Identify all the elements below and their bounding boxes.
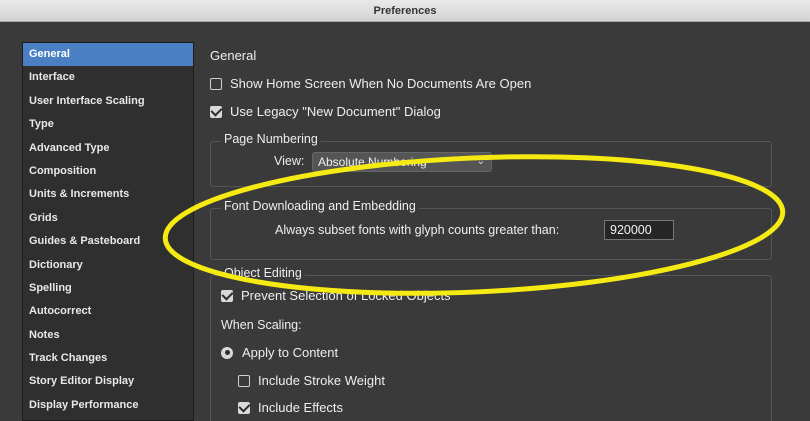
show-home-screen-label: Show Home Screen When No Documents Are O… <box>230 76 532 91</box>
prevent-locked-checkbox[interactable] <box>221 289 233 302</box>
sidebar-item-type[interactable]: Type <box>23 113 193 136</box>
object-editing-legend: Object Editing <box>221 266 305 280</box>
general-panel: General Show Home Screen When No Documen… <box>194 22 810 421</box>
font-downloading-legend: Font Downloading and Embedding <box>221 199 419 213</box>
sidebar-item-units-increments[interactable]: Units & Increments <box>23 183 193 206</box>
window-title: Preferences <box>0 0 810 22</box>
show-home-screen-option[interactable]: Show Home Screen When No Documents Are O… <box>210 76 531 91</box>
legacy-new-document-checkbox[interactable] <box>210 105 222 118</box>
sidebar-item-spelling[interactable]: Spelling <box>23 277 193 300</box>
chevron-down-icon: ⌄ <box>476 156 485 167</box>
include-stroke-option[interactable]: Include Stroke Weight <box>238 373 385 388</box>
apply-to-content-label: Apply to Content <box>242 345 339 360</box>
view-dropdown[interactable]: Absolute Numbering ⌄ <box>312 152 492 172</box>
include-effects-label: Include Effects <box>258 400 344 415</box>
prevent-locked-option[interactable]: Prevent Selection of Locked Objects <box>221 288 451 303</box>
sidebar-item-advanced-type[interactable]: Advanced Type <box>23 137 193 160</box>
sidebar-item-dictionary[interactable]: Dictionary <box>23 254 193 277</box>
glyph-count-input[interactable]: 920000 <box>604 220 674 240</box>
sidebar-item-interface[interactable]: Interface <box>23 66 193 89</box>
preferences-sidebar: General Interface User Interface Scaling… <box>22 42 194 421</box>
subset-fonts-label: Always subset fonts with glyph counts gr… <box>275 223 560 237</box>
sidebar-item-user-interface-scaling[interactable]: User Interface Scaling <box>23 90 193 113</box>
legacy-new-document-label: Use Legacy "New Document" Dialog <box>230 104 441 119</box>
sidebar-item-general[interactable]: General <box>23 43 193 67</box>
sidebar-item-autocorrect[interactable]: Autocorrect <box>23 300 193 323</box>
view-dropdown-value: Absolute Numbering <box>318 155 427 169</box>
view-label: View: <box>274 154 305 168</box>
page-numbering-legend: Page Numbering <box>221 132 321 146</box>
sidebar-item-grids[interactable]: Grids <box>23 207 193 230</box>
sidebar-item-composition[interactable]: Composition <box>23 160 193 183</box>
apply-to-content-radio[interactable] <box>221 346 233 359</box>
include-effects-option[interactable]: Include Effects <box>238 400 343 415</box>
apply-to-content-option[interactable]: Apply to Content <box>221 345 338 360</box>
show-home-screen-checkbox[interactable] <box>210 77 222 90</box>
sidebar-item-display-performance[interactable]: Display Performance <box>23 394 193 417</box>
include-stroke-checkbox[interactable] <box>238 374 250 387</box>
sidebar-item-guides-pasteboard[interactable]: Guides & Pasteboard <box>23 230 193 253</box>
prevent-locked-label: Prevent Selection of Locked Objects <box>241 288 451 303</box>
sidebar-item-story-editor-display[interactable]: Story Editor Display <box>23 370 193 393</box>
include-stroke-label: Include Stroke Weight <box>258 373 385 388</box>
when-scaling-label: When Scaling: <box>221 318 302 332</box>
legacy-new-document-option[interactable]: Use Legacy "New Document" Dialog <box>210 104 441 119</box>
sidebar-item-track-changes[interactable]: Track Changes <box>23 347 193 370</box>
panel-title: General <box>210 48 257 63</box>
include-effects-checkbox[interactable] <box>238 401 250 414</box>
sidebar-item-notes[interactable]: Notes <box>23 324 193 347</box>
